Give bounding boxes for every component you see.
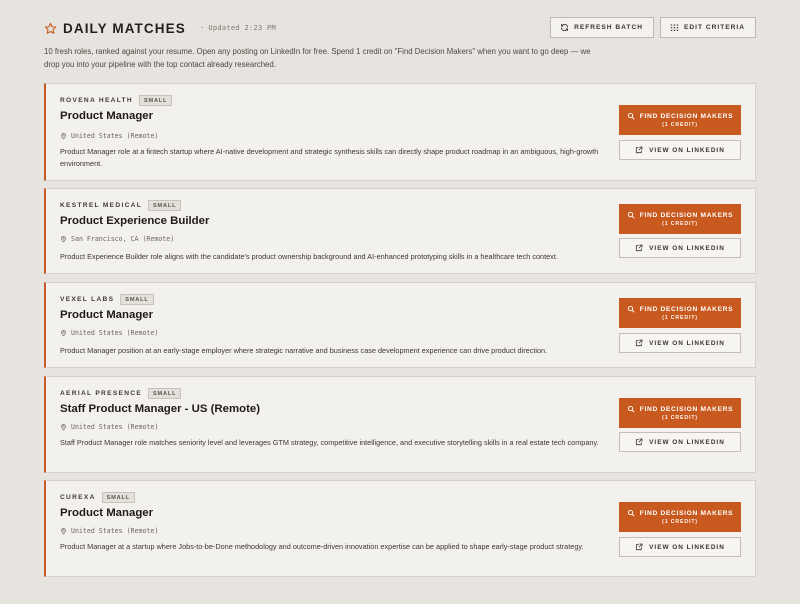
- view-on-linkedin-button[interactable]: VIEW ON LINKEDIN: [619, 238, 741, 258]
- find-decision-makers-row: FIND DECISION MAKERS: [627, 509, 734, 517]
- job-card: KESTREL MEDICAL SMALL Product Experience…: [44, 188, 756, 274]
- credit-cost-label: (1 CREDIT): [662, 519, 698, 525]
- intro-text: 10 fresh roles, ranked against your resu…: [44, 47, 591, 69]
- company-row: ROVENA HEALTH SMALL: [60, 95, 173, 106]
- job-location: San Francisco, CA (Remote): [60, 235, 174, 243]
- company-name: AERIAL PRESENCE: [60, 390, 143, 397]
- job-title: Staff Product Manager - US (Remote): [60, 403, 260, 415]
- view-on-linkedin-button[interactable]: VIEW ON LINKEDIN: [619, 537, 741, 557]
- external-link-icon: [636, 339, 643, 347]
- job-description: Product Manager at a startup where Jobs-…: [60, 542, 584, 551]
- find-decision-makers-button[interactable]: FIND DECISION MAKERS (1 CREDIT): [619, 204, 741, 234]
- company-name: KESTREL MEDICAL: [60, 202, 143, 209]
- updated-text: Updated 2:23 PM: [208, 24, 277, 32]
- find-decision-makers-button[interactable]: FIND DECISION MAKERS (1 CREDIT): [619, 105, 741, 135]
- job-card: AERIAL PRESENCE SMALL Staff Product Mana…: [44, 376, 756, 473]
- view-on-linkedin-label: VIEW ON LINKEDIN: [649, 339, 725, 347]
- refresh-batch-button[interactable]: REFRESH BATCH: [550, 17, 654, 38]
- edit-criteria-button[interactable]: EDIT CRITERIA: [660, 17, 756, 38]
- view-on-linkedin-button[interactable]: VIEW ON LINKEDIN: [619, 140, 741, 160]
- job-title: Product Manager: [60, 507, 154, 519]
- credit-cost-label: (1 CREDIT): [662, 315, 698, 321]
- edit-criteria-label: EDIT CRITERIA: [684, 24, 745, 31]
- map-pin-icon: [61, 528, 66, 535]
- find-decision-makers-button[interactable]: FIND DECISION MAKERS (1 CREDIT): [619, 298, 741, 328]
- search-icon: [627, 112, 635, 120]
- credit-cost-label: (1 CREDIT): [662, 415, 698, 421]
- job-description: Product Manager role at a fintech startu…: [60, 147, 599, 168]
- company-name: VEXEL LABS: [60, 296, 115, 303]
- company-name: CUREXA: [60, 494, 96, 501]
- job-card: VEXEL LABS SMALL Product Manager United …: [44, 282, 756, 368]
- updated-timestamp: · Updated 2:23 PM: [200, 24, 276, 32]
- external-link-icon: [636, 244, 643, 252]
- page-header: DAILY MATCHES · Updated 2:23 PM REFRESH B…: [44, 16, 756, 40]
- company-size-badge: SMALL: [138, 95, 173, 106]
- find-decision-makers-button[interactable]: FIND DECISION MAKERS (1 CREDIT): [619, 502, 741, 532]
- find-decision-makers-label: FIND DECISION MAKERS: [639, 305, 734, 313]
- company-row: CUREXA SMALL: [60, 492, 135, 503]
- header-actions: REFRESH BATCH EDIT CRITERIA: [550, 17, 756, 38]
- view-on-linkedin-label: VIEW ON LINKEDIN: [649, 146, 725, 154]
- job-description: Product Manager position at an early-sta…: [60, 346, 548, 355]
- job-card: CUREXA SMALL Product Manager United Stat…: [44, 480, 756, 577]
- search-icon: [627, 211, 635, 219]
- map-pin-icon: [61, 330, 66, 337]
- company-size-badge: SMALL: [120, 294, 154, 305]
- find-decision-makers-row: FIND DECISION MAKERS: [627, 405, 734, 413]
- map-pin-icon: [61, 236, 66, 243]
- view-on-linkedin-button[interactable]: VIEW ON LINKEDIN: [619, 333, 741, 353]
- company-row: AERIAL PRESENCE SMALL: [60, 388, 182, 399]
- updated-separator: ·: [199, 24, 205, 32]
- company-size-badge: SMALL: [148, 388, 182, 399]
- job-location-text: United States (Remote): [71, 132, 159, 140]
- company-row: VEXEL LABS SMALL: [60, 294, 154, 305]
- find-decision-makers-label: FIND DECISION MAKERS: [639, 211, 734, 219]
- refresh-batch-label: REFRESH BATCH: [574, 24, 643, 31]
- job-location-text: United States (Remote): [71, 423, 159, 431]
- find-decision-makers-label: FIND DECISION MAKERS: [639, 405, 734, 413]
- credit-cost-label: (1 CREDIT): [662, 122, 698, 128]
- external-link-icon: [636, 543, 643, 551]
- search-icon: [627, 509, 635, 517]
- find-decision-makers-label: FIND DECISION MAKERS: [639, 509, 734, 517]
- job-location: United States (Remote): [60, 527, 158, 535]
- view-on-linkedin-label: VIEW ON LINKEDIN: [649, 543, 725, 551]
- company-size-badge: SMALL: [148, 200, 182, 211]
- view-on-linkedin-button[interactable]: VIEW ON LINKEDIN: [619, 432, 741, 452]
- job-location: United States (Remote): [60, 329, 158, 337]
- job-location-text: San Francisco, CA (Remote): [71, 235, 175, 243]
- external-link-icon: [636, 438, 643, 446]
- job-location-text: United States (Remote): [71, 329, 159, 337]
- map-pin-icon: [61, 424, 66, 431]
- refresh-icon: [561, 23, 569, 32]
- map-pin-icon: [61, 133, 66, 140]
- job-location: United States (Remote): [60, 423, 158, 431]
- job-card: ROVENA HEALTH SMALL Product Manager Unit…: [44, 83, 756, 181]
- view-on-linkedin-label: VIEW ON LINKEDIN: [649, 244, 725, 252]
- search-icon: [627, 405, 635, 413]
- find-decision-makers-row: FIND DECISION MAKERS: [627, 211, 734, 219]
- company-name: ROVENA HEALTH: [60, 97, 133, 104]
- job-location: United States (Remote): [60, 132, 158, 140]
- job-description: Product Experience Builder role aligns w…: [60, 252, 558, 261]
- find-decision-makers-row: FIND DECISION MAKERS: [627, 305, 734, 313]
- job-description: Staff Product Manager role matches senio…: [60, 438, 599, 447]
- job-title: Product Manager: [60, 309, 154, 321]
- page-title: DAILY MATCHES: [63, 20, 186, 36]
- find-decision-makers-row: FIND DECISION MAKERS: [627, 112, 734, 120]
- star-icon: [44, 22, 57, 35]
- credit-cost-label: (1 CREDIT): [662, 221, 698, 227]
- job-location-text: United States (Remote): [71, 527, 159, 535]
- view-on-linkedin-label: VIEW ON LINKEDIN: [649, 438, 725, 446]
- job-title: Product Experience Builder: [60, 215, 210, 227]
- search-icon: [627, 305, 635, 313]
- external-link-icon: [636, 146, 643, 154]
- job-title: Product Manager: [60, 110, 154, 122]
- find-decision-makers-button[interactable]: FIND DECISION MAKERS (1 CREDIT): [619, 398, 741, 428]
- company-size-badge: SMALL: [101, 492, 135, 503]
- find-decision-makers-label: FIND DECISION MAKERS: [639, 112, 734, 120]
- grid-icon: [670, 24, 679, 31]
- company-row: KESTREL MEDICAL SMALL: [60, 200, 182, 211]
